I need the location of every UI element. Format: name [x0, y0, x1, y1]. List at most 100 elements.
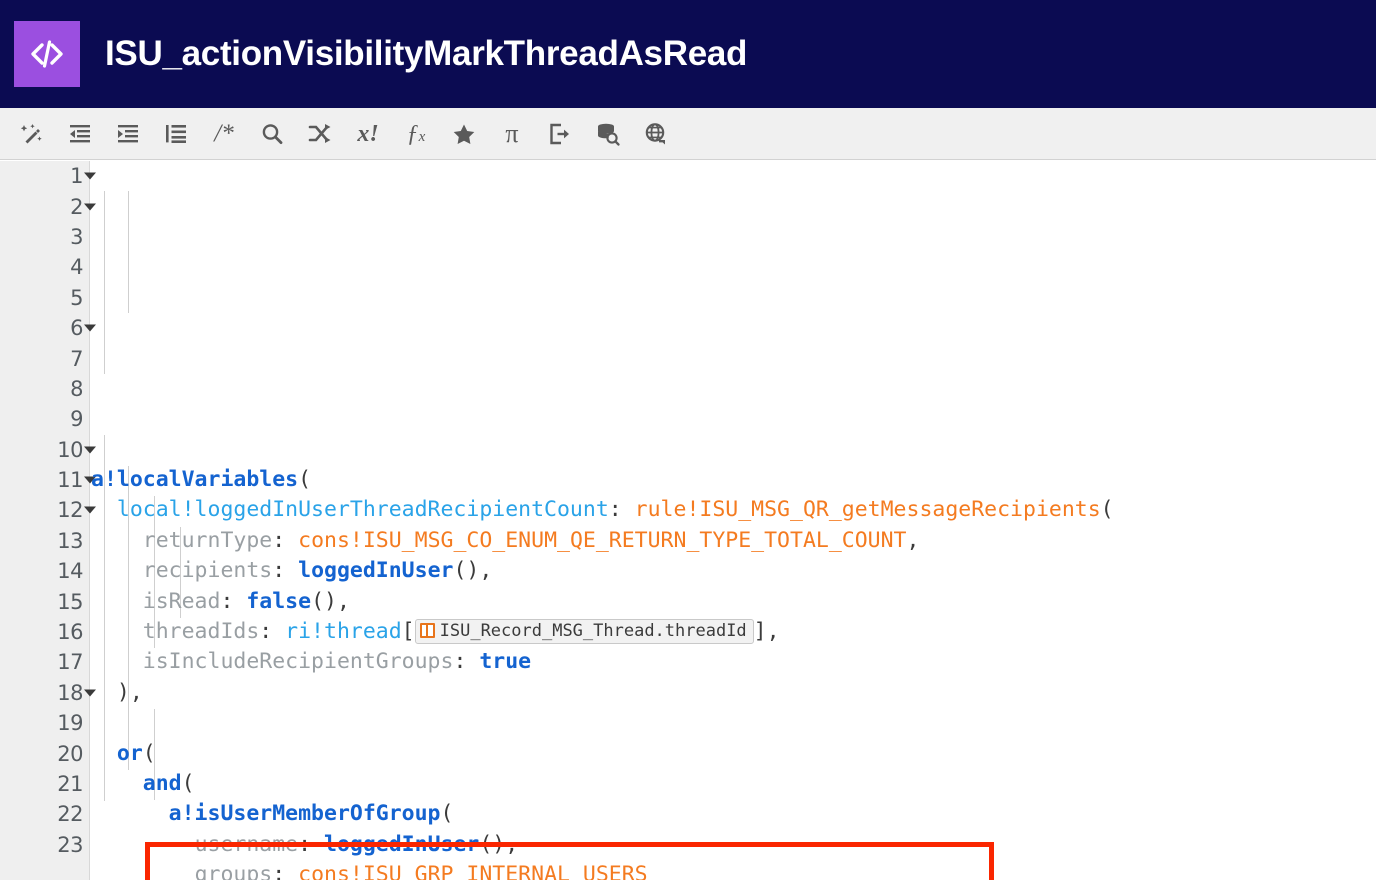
code-line-2[interactable]: local!loggedInUserThreadRecipientCount: …	[91, 495, 1376, 525]
comment-icon[interactable]: /*	[200, 114, 248, 154]
token-pun	[91, 558, 143, 583]
line-number-11: 11	[0, 465, 96, 495]
outdent-icon[interactable]	[56, 114, 104, 154]
code-editor[interactable]: 1 2 3 4 5 6 7 8 9 10 11 12 13 14 15 16 17 18 19 20 21 22 23 a!…	[0, 161, 1376, 880]
line-number-label: 20	[57, 741, 83, 766]
line-number-label: 11	[57, 468, 83, 493]
line-number-gutter: 1 2 3 4 5 6 7 8 9 10 11 12 13 14 15 16 17 18 19 20 21 22 23	[0, 161, 96, 880]
token-pun	[91, 862, 195, 880]
function-icon[interactable]: ƒx	[392, 114, 440, 154]
code-line-6[interactable]: threadIds: ri!thread[ISU_Record_MSG_Thre…	[91, 617, 1376, 647]
line-number-label: 23	[57, 832, 83, 857]
star-icon[interactable]	[440, 114, 488, 154]
line-number-label: 10	[57, 437, 83, 462]
code-line-7[interactable]: isIncludeRecipientGroups: true	[91, 647, 1376, 677]
token-loc: local!loggedInUserThreadRecipientCount	[116, 497, 609, 523]
token-pun: (	[181, 770, 195, 796]
line-number-20: 20	[0, 738, 89, 768]
line-number-label: 8	[70, 376, 83, 401]
appian-expression-editor: ISU_actionVisibilityMarkThreadAsRead /* …	[0, 0, 1376, 880]
token-param: groups	[194, 862, 273, 880]
token-pun: (	[1100, 497, 1114, 523]
code-line-9[interactable]	[91, 708, 1376, 738]
format-wand-icon[interactable]	[8, 114, 56, 154]
token-pun: (),	[311, 588, 350, 614]
code-content[interactable]: a!localVariables( local!loggedInUserThre…	[91, 161, 1376, 880]
token-param: username	[194, 831, 299, 857]
line-number-9: 9	[0, 404, 89, 434]
token-pun	[91, 528, 143, 553]
token-pun	[91, 649, 143, 674]
export-icon[interactable]	[536, 114, 584, 154]
code-line-8[interactable]: ),	[91, 678, 1376, 708]
token-pun: ,	[906, 527, 920, 553]
token-pun	[91, 771, 143, 796]
line-number-label: 7	[70, 346, 83, 371]
shuffle-icon[interactable]	[296, 114, 344, 154]
token-fn: a!isUserMemberOfGroup	[168, 801, 441, 827]
variable-icon[interactable]: x!	[344, 114, 392, 154]
code-line-13[interactable]: username: loggedInUser(),	[91, 830, 1376, 860]
code-line-3[interactable]: returnType: cons!ISU_MSG_CO_ENUM_QE_RETU…	[91, 526, 1376, 556]
line-number-label: 19	[57, 711, 83, 736]
line-number-label: 18	[57, 680, 83, 705]
code-line-11[interactable]: and(	[91, 769, 1376, 799]
line-number-19: 19	[0, 708, 89, 738]
token-fn: a!localVariables	[91, 467, 299, 493]
code-line-14[interactable]: groups: cons!ISU_GRP_INTERNAL_USERS	[91, 860, 1376, 880]
globe-icon[interactable]	[632, 114, 680, 154]
token-param: returnType	[142, 527, 273, 553]
code-line-5[interactable]: isRead: false(),	[91, 587, 1376, 617]
line-number-label: 15	[57, 589, 83, 614]
line-number-23: 23	[0, 830, 89, 860]
line-number-21: 21	[0, 769, 89, 799]
code-line-4[interactable]: recipients: loggedInUser(),	[91, 556, 1376, 586]
line-number-label: 12	[57, 498, 83, 523]
token-kw: false	[246, 588, 312, 614]
line-number-4: 4	[0, 252, 89, 282]
code-line-12[interactable]: a!isUserMemberOfGroup(	[91, 799, 1376, 829]
token-param: threadIds	[142, 619, 260, 645]
line-number-8: 8	[0, 374, 89, 404]
line-number-1: 1	[0, 161, 96, 191]
line-number-2: 2	[0, 191, 96, 221]
line-number-18: 18	[0, 678, 96, 708]
line-number-label: 16	[57, 620, 83, 645]
line-number-22: 22	[0, 799, 89, 829]
line-number-label: 3	[70, 224, 83, 249]
record-field-token[interactable]: ISU_Record_MSG_Thread.threadId	[414, 619, 754, 645]
token-pun	[91, 497, 117, 522]
token-pun: (	[142, 740, 156, 766]
pi-icon[interactable]: π	[488, 114, 536, 154]
database-search-icon[interactable]	[584, 114, 632, 154]
line-number-7: 7	[0, 343, 89, 373]
token-pun: (),	[479, 831, 519, 857]
token-pun	[91, 619, 143, 644]
search-icon[interactable]	[248, 114, 296, 154]
token-fn: loggedInUser	[298, 558, 454, 584]
code-line-1[interactable]: a!localVariables(	[91, 465, 1376, 495]
line-number-label: 2	[70, 194, 83, 219]
line-number-17: 17	[0, 647, 89, 677]
token-fn: loggedInUser	[324, 831, 480, 857]
token-pun: :	[220, 588, 247, 614]
token-loc: ri!thread	[285, 619, 402, 645]
list-icon[interactable]	[152, 114, 200, 154]
token-rule: rule!ISU_MSG_QR_getMessageRecipients	[634, 497, 1101, 523]
line-number-label: 1	[70, 164, 83, 189]
record-type-icon	[419, 623, 435, 639]
token-pun: :	[608, 497, 635, 523]
code-line-10[interactable]: or(	[91, 739, 1376, 769]
line-number-5: 5	[0, 283, 89, 313]
line-number-16: 16	[0, 617, 89, 647]
token-param: isRead	[142, 588, 221, 614]
line-number-label: 13	[57, 528, 83, 553]
token-kw: or	[116, 740, 143, 766]
token-pun: [	[401, 619, 415, 645]
indent-icon[interactable]	[104, 114, 152, 154]
line-number-label: 6	[70, 316, 83, 341]
line-number-label: 9	[70, 407, 83, 432]
indent-guide	[128, 191, 129, 313]
token-pun: :	[453, 649, 480, 675]
token-pun: ),	[91, 679, 143, 705]
